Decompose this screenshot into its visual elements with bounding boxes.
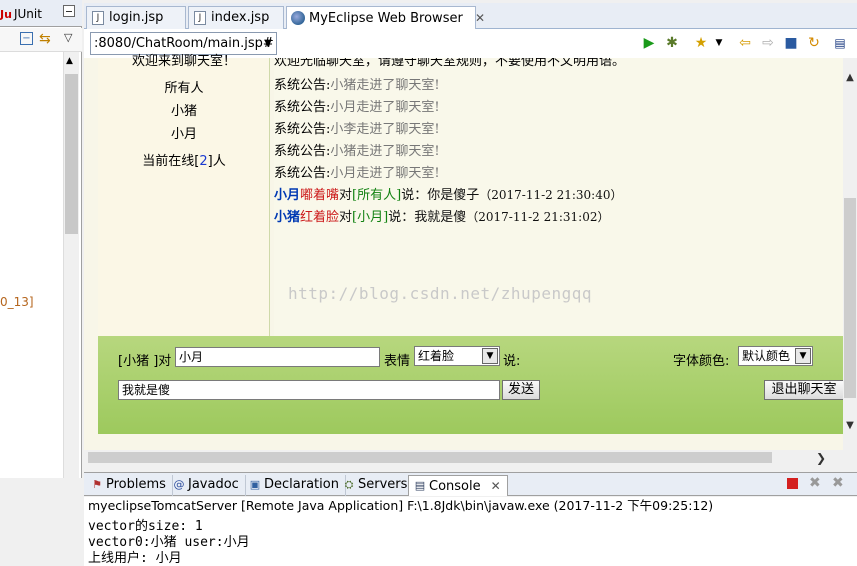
chat-message: 小猪红着脸对[小月]说：我就是傻（2017-11-2 21:31:02） xyxy=(274,210,610,225)
scroll-down-icon[interactable]: ▼ xyxy=(843,420,857,431)
say-label: 说: xyxy=(503,354,521,369)
console-launch-header: myeclipseTomcatServer [Remote Java Appli… xyxy=(84,497,857,515)
refresh-icon[interactable]: ↻ xyxy=(806,35,822,51)
chevron-down-icon[interactable]: ▼ xyxy=(482,348,498,364)
exit-chat-button[interactable]: 退出聊天室 xyxy=(764,380,843,400)
tab-javadoc[interactable]: @ Javadoc xyxy=(168,475,246,496)
welcome-text: 欢迎来到聊天室！ xyxy=(131,54,236,69)
tab-problems[interactable]: ⚑ Problems xyxy=(86,475,173,496)
console-line: 上线用户: 小月 xyxy=(88,551,182,566)
chevron-down-icon[interactable]: ▼ xyxy=(795,348,811,364)
terminate-icon[interactable] xyxy=(787,478,798,489)
scroll-thumb[interactable] xyxy=(844,198,856,398)
chevron-down-icon[interactable]: ▼ xyxy=(711,35,727,51)
servers-icon: ⛭ xyxy=(344,478,354,491)
system-message: 系统公告:小猪走进了聊天室! xyxy=(274,78,440,93)
system-message: 系统公告:小猪走进了聊天室! xyxy=(274,144,440,159)
input-panel: [小猪 ]对 小月 表情 红着脸 ▼ 说: 字体颜色: 默认颜色 ▼ 我就是傻 … xyxy=(98,336,843,434)
junit-toolbar: − ⇆ ▽ xyxy=(0,28,82,52)
scroll-thumb[interactable] xyxy=(88,452,772,463)
message-input[interactable]: 我就是傻 xyxy=(118,380,500,400)
system-message: 系统公告:小李走进了聊天室! xyxy=(274,122,440,137)
menu-icon[interactable]: ▤ xyxy=(832,35,848,51)
editor-tabbar: J login.jsp J index.jsp MyEclipse Web Br… xyxy=(84,3,857,30)
close-icon[interactable]: ✕ xyxy=(475,11,485,25)
user-list: 欢迎来到聊天室！ 所有人 小猪 小月 当前在线[2]人 xyxy=(98,54,270,336)
star-icon[interactable]: ★ xyxy=(693,35,709,51)
tab-console[interactable]: ▤ Console ✕ xyxy=(408,475,508,496)
close-icon[interactable]: ✕ xyxy=(491,479,501,493)
user-item-xiaozhu[interactable]: 小猪 xyxy=(98,100,270,119)
send-button[interactable]: 发送 xyxy=(502,380,540,400)
horizontal-scrollbar[interactable]: ❯ xyxy=(84,450,843,465)
tab-web-browser[interactable]: MyEclipse Web Browser ✕ xyxy=(286,6,485,30)
console-output: vector的size: 1 vector0:小猪 user:小月 上线用户: … xyxy=(84,515,857,566)
at-icon: @ xyxy=(173,478,185,491)
stop-icon[interactable]: ■ xyxy=(783,35,799,51)
scroll-up-icon[interactable]: ▲ xyxy=(843,72,857,83)
user-item-xiaoyue[interactable]: 小月 xyxy=(98,123,270,142)
chat-message: 小月嘟着嘴对[所有人]说：你是傻子（2017-11-2 21:30:40） xyxy=(274,188,623,203)
collapse-all-icon[interactable]: − xyxy=(20,32,33,45)
sender-label: [小猪 ]对 xyxy=(118,354,172,369)
remove-launch-icon[interactable]: ✖ xyxy=(809,475,821,491)
minimize-icon[interactable] xyxy=(63,5,75,17)
remove-all-icon[interactable]: ✖ xyxy=(832,475,844,491)
declaration-icon: ▣ xyxy=(249,478,261,491)
expression-select[interactable]: 红着脸 ▼ xyxy=(414,346,500,366)
system-message: 系统公告:小月走进了聊天室! xyxy=(274,100,440,115)
font-color-select[interactable]: 默认颜色 ▼ xyxy=(738,346,813,366)
jsp-file-icon: J xyxy=(194,11,206,25)
tab-login-jsp[interactable]: J login.jsp xyxy=(86,6,186,29)
truncated-label: 0_13] xyxy=(0,295,34,309)
vertical-scrollbar[interactable]: ▲ ▼ xyxy=(843,58,857,450)
debug-icon[interactable]: ✱ xyxy=(664,35,680,51)
rules-text: 欢迎光临聊天室，请遵守聊天室规则，不要使用不文明用语。 xyxy=(274,58,626,69)
console-icon: ▤ xyxy=(414,479,426,492)
play-icon[interactable]: ▶ xyxy=(641,35,657,51)
scroll-up-icon[interactable]: ▲ xyxy=(66,56,73,66)
tab-declaration[interactable]: ▣ Declaration xyxy=(244,475,346,496)
watermark: http://blog.csdn.net/zhupengqq xyxy=(288,284,592,303)
scroll-right-icon[interactable]: ❯ xyxy=(814,451,828,465)
junit-tabbar: Ju JUnit xyxy=(0,0,82,27)
junit-tab[interactable]: Ju JUnit xyxy=(0,4,42,24)
junit-icon: Ju xyxy=(0,8,12,21)
problems-icon: ⚑ xyxy=(92,478,102,491)
link-editor-icon[interactable]: ⇆ xyxy=(39,31,51,47)
scroll-thumb[interactable] xyxy=(65,74,78,234)
user-item-all[interactable]: 所有人 xyxy=(98,77,270,96)
globe-icon xyxy=(291,11,305,25)
console-tabbar: ⚑ Problems @ Javadoc ▣ Declaration ⛭ Servers… xyxy=(84,472,857,496)
tab-index-jsp[interactable]: J index.jsp xyxy=(188,6,284,29)
target-input[interactable]: 小月 xyxy=(175,347,380,367)
back-icon[interactable]: ⇦ xyxy=(737,35,753,51)
junit-scrollbar[interactable]: ▲ xyxy=(63,52,79,478)
font-color-label: 字体颜色: xyxy=(673,354,730,369)
system-message: 系统公告:小月走进了聊天室! xyxy=(274,166,440,181)
online-count: 当前在线[2]人 xyxy=(142,154,226,169)
tab-servers[interactable]: ⛭ Servers xyxy=(338,475,415,496)
jsp-file-icon: J xyxy=(92,11,104,25)
expression-label: 表情 xyxy=(384,354,411,369)
forward-icon[interactable]: ⇨ xyxy=(760,35,776,51)
view-menu-icon[interactable]: ▽ xyxy=(64,31,72,44)
